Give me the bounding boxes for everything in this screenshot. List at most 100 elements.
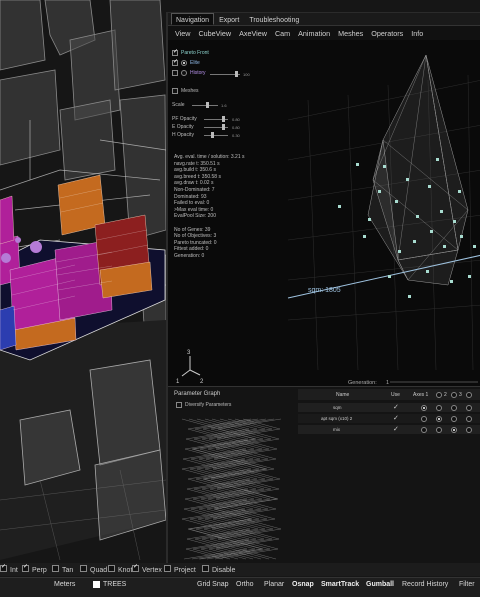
history-option[interactable]: History [172,70,206,76]
axis4-radio[interactable] [466,427,472,433]
elite-option[interactable]: Elite [172,58,200,66]
param-use-check[interactable]: ✓ [393,425,399,433]
solution-point[interactable] [368,218,371,221]
menu-operators[interactable]: Operators [368,26,408,40]
history-slider-knob[interactable] [235,71,238,77]
axis4-radio[interactable] [466,416,472,422]
osnap-checkbox[interactable] [132,563,139,572]
solution-point[interactable] [378,190,381,193]
osnap-item[interactable]: Disable [202,565,235,574]
status-toggle[interactable]: Planar [264,581,284,588]
osnap-checkbox[interactable] [0,563,7,572]
osnap-checkbox[interactable] [52,565,59,572]
menu-axeview[interactable]: AxeView [236,26,272,40]
osnap-item[interactable]: Project [164,565,196,574]
menu-info[interactable]: Info [408,26,428,40]
axis3-radio[interactable] [451,427,457,433]
menu-cam[interactable]: Cam [272,26,295,40]
history-radio[interactable] [181,70,187,76]
status-toggle[interactable]: SmartTrack [321,581,359,588]
units-label[interactable]: Meters [54,581,75,588]
osnap-item[interactable]: Knot [108,565,132,574]
solution-point[interactable] [458,190,461,193]
osnap-checkbox[interactable] [22,563,29,572]
axis1-radio[interactable] [421,416,427,422]
param-row[interactable]: mix ✓ [298,425,480,434]
h-opacity-knob[interactable] [211,132,214,138]
menu-view[interactable]: View [172,26,195,40]
solution-point[interactable] [363,235,366,238]
status-toggle[interactable]: Gumball [366,581,394,588]
param-row[interactable]: sqm ✓ [298,403,480,412]
osnap-checkbox[interactable] [80,565,87,572]
solution-point[interactable] [406,178,409,181]
osnap-checkbox[interactable] [164,565,171,572]
pareto-front-checkbox[interactable] [172,48,178,56]
axis4-radio[interactable] [466,405,472,411]
e-opacity-slider[interactable] [204,124,228,130]
tab-export[interactable]: Export [214,13,244,25]
meshes-checkbox[interactable] [172,88,178,94]
solution-point[interactable] [383,165,386,168]
status-toggle[interactable]: Record History [402,581,448,588]
solution-point[interactable] [356,163,359,166]
axis3-radio[interactable] [451,416,457,422]
history-slider[interactable] [210,71,240,77]
solution-point[interactable] [413,240,416,243]
history-checkbox[interactable] [172,70,178,76]
solution-point[interactable] [473,245,476,248]
status-toggle[interactable]: Ortho [236,581,254,588]
status-toggle[interactable]: Grid Snap [197,581,229,588]
solution-point[interactable] [436,158,439,161]
axes-header-radio-3[interactable] [466,392,472,398]
tab-troubleshooting[interactable]: Troubleshooting [244,13,304,25]
status-toggle[interactable]: Osnap [292,581,314,588]
pf-opacity-knob[interactable] [222,116,225,122]
osnap-item[interactable]: Int [0,563,18,574]
solution-point[interactable] [440,210,443,213]
axes-header-radio-1[interactable] [436,392,442,398]
axis3-radio[interactable] [451,405,457,411]
solution-point[interactable] [398,250,401,253]
osnap-item[interactable]: Quad [80,565,107,574]
solution-point[interactable] [453,220,456,223]
menu-cubeview[interactable]: CubeView [195,26,236,40]
axes-header-radio-2[interactable] [451,392,457,398]
diversify-option[interactable]: Diversify Parameters [176,402,231,408]
axis1-radio[interactable] [421,427,427,433]
solution-point[interactable] [416,215,419,218]
solution-point[interactable] [388,275,391,278]
h-opacity-slider[interactable] [204,132,228,138]
meshes-option[interactable]: Meshes [172,88,199,94]
solution-point[interactable] [395,200,398,203]
param-use-check[interactable]: ✓ [393,414,399,422]
osnap-checkbox[interactable] [202,565,209,572]
solution-point[interactable] [450,280,453,283]
pf-opacity-slider[interactable] [204,116,228,122]
osnap-item[interactable]: Perp [22,563,47,574]
axis2-radio[interactable] [436,405,442,411]
param-row[interactable]: apt sqm (x10) 2 ✓ [298,414,480,423]
elite-checkbox[interactable] [172,58,178,66]
solution-point[interactable] [408,295,411,298]
status-toggle[interactable]: Filter [459,581,475,588]
osnap-checkbox[interactable] [108,565,115,572]
axis2-radio[interactable] [436,427,442,433]
solution-point[interactable] [430,230,433,233]
pareto-front-option[interactable]: Pareto Front [172,48,209,56]
e-opacity-knob[interactable] [222,124,225,130]
scale-slider-knob[interactable] [206,102,209,108]
elite-radio[interactable] [181,60,187,66]
axis1-radio[interactable] [421,405,427,411]
scale-slider[interactable] [192,102,218,108]
solution-point[interactable] [460,235,463,238]
solution-point[interactable] [338,205,341,208]
layer-indicator[interactable]: TREES [93,581,126,588]
solution-point[interactable] [443,245,446,248]
solution-point[interactable] [426,270,429,273]
osnap-item[interactable]: Vertex [132,563,162,574]
solution-point[interactable] [468,275,471,278]
tab-navigation[interactable]: Navigation [171,13,215,25]
solution-point[interactable] [428,185,431,188]
diversify-checkbox[interactable] [176,402,182,408]
